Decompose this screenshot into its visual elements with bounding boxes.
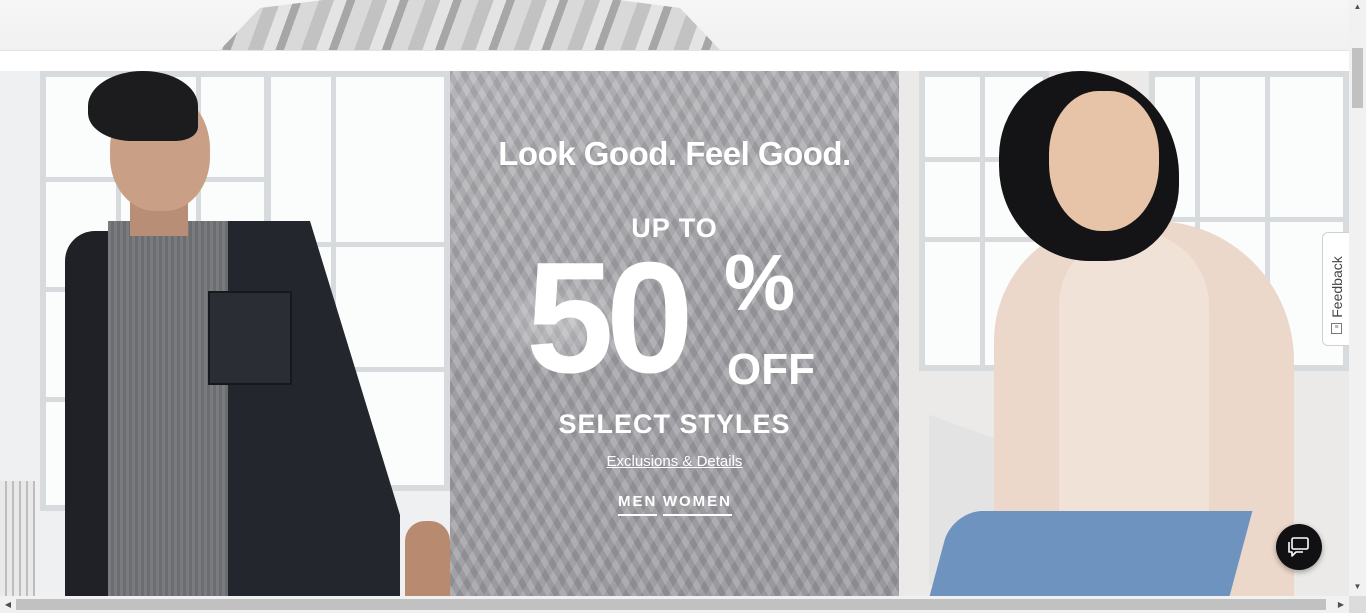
hand: [405, 521, 450, 596]
scrollbar-corner: [1349, 596, 1366, 613]
scroll-down-icon[interactable]: ▼: [1349, 580, 1366, 594]
sweater: [108, 221, 228, 596]
horizontal-scrollbar[interactable]: ◀ ▶: [0, 596, 1349, 613]
promo-block: Look Good. Feel Good. UP TO 50 % OFF SEL…: [450, 71, 899, 596]
shop-men-link[interactable]: MEN: [618, 493, 658, 516]
promo-amount: 50: [526, 230, 694, 406]
jacket-pocket: [208, 291, 292, 385]
exclusions-details-link[interactable]: Exclusions & Details: [450, 453, 899, 470]
promo-percent-sign: %: [724, 238, 796, 327]
chat-bubble-icon: [1288, 537, 1309, 557]
feedback-icon: ≡: [1331, 323, 1342, 334]
scroll-left-icon[interactable]: ◀: [0, 596, 16, 613]
shop-women-link[interactable]: WOMEN: [662, 493, 732, 516]
promo-select-styles: SELECT STYLES: [558, 409, 791, 439]
feedback-tab[interactable]: Feedback ≡: [1322, 232, 1349, 346]
vertical-scrollbar[interactable]: ▲ ▼: [1349, 0, 1366, 596]
scarf-image: [220, 0, 720, 50]
face: [1049, 91, 1159, 231]
chat-button[interactable]: [1276, 524, 1322, 570]
scroll-up-icon[interactable]: ▲: [1349, 0, 1366, 14]
promo-headline: Look Good. Feel Good.: [498, 135, 851, 172]
divider: [0, 50, 1349, 51]
jeans: [925, 511, 1253, 596]
scroll-right-icon[interactable]: ▶: [1333, 596, 1349, 613]
horizontal-scroll-thumb[interactable]: [16, 599, 1326, 610]
vertical-scroll-thumb[interactable]: [1352, 48, 1363, 108]
hair: [88, 71, 198, 141]
hero-image-women[interactable]: [899, 71, 1349, 596]
top-banner-image: [0, 0, 1349, 50]
hero-image-men[interactable]: [0, 71, 450, 596]
promo-off: OFF: [727, 345, 815, 394]
radiator: [0, 481, 35, 596]
feedback-label: Feedback: [1329, 256, 1345, 318]
